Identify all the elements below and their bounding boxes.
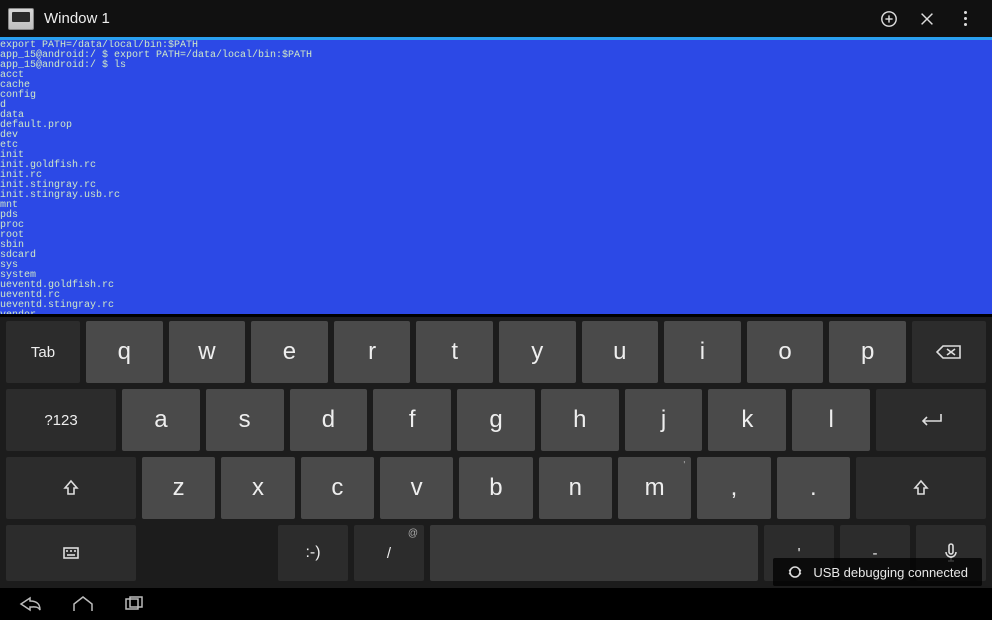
key-y[interactable]: y (499, 321, 576, 383)
key-enter[interactable] (876, 389, 986, 451)
key-c[interactable]: c (301, 457, 374, 519)
key-n[interactable]: n (539, 457, 612, 519)
key-v[interactable]: v (380, 457, 453, 519)
action-bar: Window 1 (0, 0, 992, 40)
backspace-icon (936, 344, 962, 360)
key-g[interactable]: g (457, 389, 535, 451)
key-e[interactable]: e (251, 321, 328, 383)
back-icon (18, 595, 44, 613)
key-b[interactable]: b (459, 457, 532, 519)
close-window-button[interactable] (908, 0, 946, 39)
nav-back-button[interactable] (18, 595, 44, 613)
overflow-menu-button[interactable] (946, 0, 984, 39)
plus-circle-icon (880, 10, 898, 28)
notification-text: USB debugging connected (813, 565, 968, 580)
key-tab[interactable]: Tab (6, 321, 80, 383)
key-p[interactable]: p (829, 321, 906, 383)
key-h[interactable]: h (541, 389, 619, 451)
key-input-switch[interactable] (6, 525, 136, 581)
close-icon (918, 10, 936, 28)
nav-home-button[interactable] (70, 595, 96, 613)
key-l[interactable]: l (792, 389, 870, 451)
key-o[interactable]: o (747, 321, 824, 383)
key-comma[interactable]: , (697, 457, 770, 519)
key-space[interactable] (430, 525, 758, 581)
key-backspace[interactable] (912, 321, 986, 383)
system-nav-bar (0, 588, 992, 620)
terminal-output[interactable]: export PATH=/data/local/bin:$PATHapp_15@… (0, 40, 992, 314)
key-w[interactable]: w (169, 321, 246, 383)
key-i[interactable]: i (664, 321, 741, 383)
key-a[interactable]: a (122, 389, 200, 451)
key-shift-right[interactable] (856, 457, 986, 519)
key-s[interactable]: s (206, 389, 284, 451)
input-switch-icon (62, 544, 80, 562)
key-k[interactable]: k (708, 389, 786, 451)
usb-debug-notification[interactable]: USB debugging connected (773, 558, 982, 586)
add-window-button[interactable] (870, 0, 908, 39)
key-symbols[interactable]: ?123 (6, 389, 116, 451)
shift-icon (912, 479, 930, 497)
key-j[interactable]: j (625, 389, 703, 451)
app-icon (8, 8, 34, 30)
key-m[interactable]: 'm (618, 457, 691, 519)
key-x[interactable]: x (221, 457, 294, 519)
nav-recents-button[interactable] (122, 595, 148, 613)
key-shift-left[interactable] (6, 457, 136, 519)
key-z[interactable]: z (142, 457, 215, 519)
key-slash[interactable]: @/ (354, 525, 424, 581)
key-q[interactable]: q (86, 321, 163, 383)
soft-keyboard: Tab q w e r t y u i o p ?123 a s d f g h… (0, 317, 992, 589)
recents-icon (122, 595, 148, 613)
key-r[interactable]: r (334, 321, 411, 383)
enter-icon (917, 412, 945, 428)
key-d[interactable]: d (290, 389, 368, 451)
key-smiley[interactable]: :-) (278, 525, 348, 581)
shift-icon (62, 479, 80, 497)
android-bug-icon (787, 564, 803, 580)
key-period[interactable]: . (777, 457, 850, 519)
key-u[interactable]: u (582, 321, 659, 383)
home-icon (70, 595, 96, 613)
window-title: Window 1 (44, 10, 110, 27)
key-t[interactable]: t (416, 321, 493, 383)
key-f[interactable]: f (373, 389, 451, 451)
